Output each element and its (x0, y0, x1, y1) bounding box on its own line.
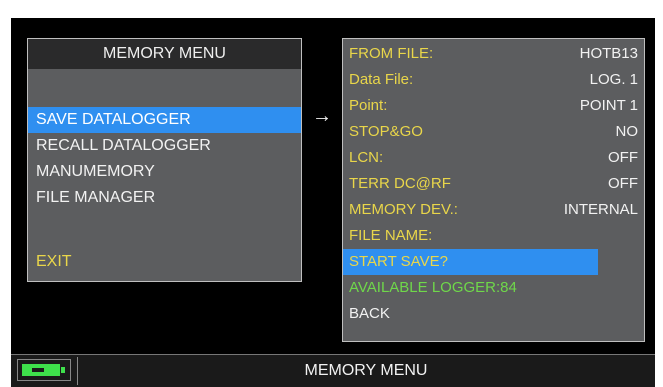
status-bar-title: MEMORY MENU (304, 362, 428, 379)
point-label: Point: (349, 97, 388, 114)
terr-dc-rf-label: TERR DC@RF (349, 175, 451, 192)
row-memory-dev[interactable]: MEMORY DEV.: INTERNAL (343, 197, 644, 223)
row-data-file[interactable]: Data File: LOG. 1 (343, 67, 644, 93)
row-point[interactable]: Point: POINT 1 (343, 93, 644, 119)
available-logger-status: AVAILABLE LOGGER:84 (343, 275, 644, 301)
battery-charging-icon (17, 359, 71, 381)
stop-and-go-value: NO (615, 123, 639, 140)
from-file-value: HOTB13 (579, 45, 638, 62)
lcn-value: OFF (608, 149, 638, 166)
save-datalogger-panel: FROM FILE: HOTB13 Data File: LOG. 1 Poin… (342, 38, 645, 342)
row-stop-and-go[interactable]: STOP&GO NO (343, 119, 644, 145)
start-save-label: START SAVE? (349, 253, 448, 270)
row-file-name[interactable]: FILE NAME: (343, 223, 644, 249)
menu-item-manumemory[interactable]: MANUMEMORY (28, 159, 301, 185)
row-from-file[interactable]: FROM FILE: HOTB13 (343, 41, 644, 67)
device-screen: MEMORY MENU SAVE DATALOGGER RECALL DATAL… (11, 18, 655, 387)
status-bar: MEMORY MENU (11, 354, 655, 387)
memory-dev-value: INTERNAL (563, 201, 638, 218)
back-label: BACK (349, 305, 390, 322)
data-file-value: LOG. 1 (589, 71, 638, 88)
point-value: POINT 1 (579, 97, 638, 114)
stop-and-go-label: STOP&GO (349, 123, 423, 140)
menu-item-save-datalogger[interactable]: SAVE DATALOGGER (28, 107, 301, 133)
from-file-label: FROM FILE: (349, 45, 434, 62)
row-lcn[interactable]: LCN: OFF (343, 145, 644, 171)
file-name-label: FILE NAME: (349, 227, 433, 244)
lcn-label: LCN: (349, 149, 384, 166)
available-logger-label: AVAILABLE LOGGER:84 (349, 279, 517, 296)
memory-menu-title: MEMORY MENU (28, 39, 301, 69)
data-file-label: Data File: (349, 71, 414, 88)
terr-dc-rf-value: OFF (608, 175, 638, 192)
memory-menu-panel: MEMORY MENU SAVE DATALOGGER RECALL DATAL… (27, 38, 302, 282)
menu-item-recall-datalogger[interactable]: RECALL DATALOGGER (28, 133, 301, 159)
row-terr-dc-rf[interactable]: TERR DC@RF OFF (343, 171, 644, 197)
arrow-right-icon: → (312, 105, 332, 127)
start-save-button[interactable]: START SAVE? (343, 249, 598, 275)
back-button[interactable]: BACK (343, 301, 644, 327)
memory-dev-label: MEMORY DEV.: (349, 201, 458, 218)
menu-item-exit[interactable]: EXIT (28, 249, 301, 275)
menu-item-file-manager[interactable]: FILE MANAGER (28, 185, 301, 211)
